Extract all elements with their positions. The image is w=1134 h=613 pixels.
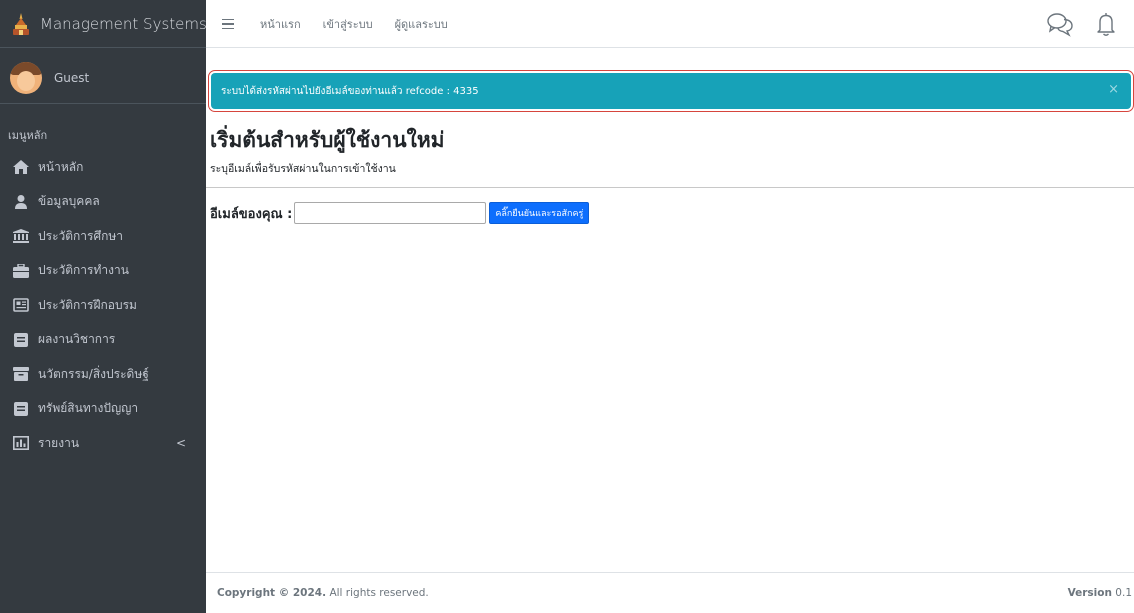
sidebar-item-academic[interactable]: ผลงานวิชาการ — [0, 323, 206, 358]
alert-info: ระบบได้ส่งรหัสผ่านไปยังอีเมล์ของท่านแล้ว… — [211, 73, 1131, 109]
chat-icon[interactable] — [1046, 10, 1074, 38]
temple-logo-icon — [12, 12, 30, 35]
sidebar-item-innovation[interactable]: นวัตกรรม/สิ่งประดิษฐ์ — [0, 357, 206, 392]
sidebar-item-label: ทรัพย์สินทางปัญญา — [38, 401, 139, 416]
alert-message: ระบบได้ส่งรหัสผ่านไปยังอีเมล์ของท่านแล้ว… — [221, 85, 479, 97]
university-icon — [12, 227, 30, 245]
sidebar-item-label: ผลงานวิชาการ — [38, 332, 116, 347]
archive-icon — [12, 365, 30, 383]
nav-link-home[interactable]: หน้าแรก — [260, 15, 301, 33]
divider — [206, 187, 1134, 188]
sidebar-item-education[interactable]: ประวัติการศึกษา — [0, 219, 206, 254]
sidebar: Management Systems Guest เมนูหลัก หน้าหล… — [0, 0, 207, 613]
confirm-button[interactable]: คลิ๊กยืนยันและรอสักครู่ — [489, 202, 590, 224]
newspaper-icon — [12, 296, 30, 314]
chart-icon — [12, 434, 30, 452]
sidebar-item-label: นวัตกรรม/สิ่งประดิษฐ์ — [38, 366, 149, 381]
sidebar-item-training[interactable]: ประวัติการฝึกอบรม — [0, 288, 206, 323]
sidebar-item-label: รายงาน — [38, 435, 80, 450]
main-content: ระบบได้ส่งรหัสผ่านไปยังอีเมล์ของท่านแล้ว… — [206, 48, 1134, 572]
email-label: อีเมล์ของคุณ : — [210, 206, 293, 222]
copyright-rights: All rights reserved. — [329, 587, 429, 599]
email-form: อีเมล์ของคุณ : คลิ๊กยืนยันและรอสักครู่ — [210, 202, 590, 224]
sidebar-item-personal[interactable]: ข้อมูลบุคคล — [0, 185, 206, 220]
user-avatar-icon — [10, 61, 42, 94]
top-navbar: หน้าแรก เข้าสู่ระบบ ผู้ดูแลระบบ — [206, 0, 1134, 48]
briefcase-icon — [12, 262, 30, 280]
user-name: Guest — [54, 70, 90, 85]
sidebar-item-label: หน้าหลัก — [38, 159, 84, 174]
sidebar-item-intellectual-property[interactable]: ทรัพย์สินทางปัญญา — [0, 392, 206, 427]
sidebar-item-home[interactable]: หน้าหลัก — [0, 150, 206, 185]
bell-icon[interactable] — [1092, 10, 1120, 38]
brand-title: Management Systems — [40, 14, 207, 33]
sidebar-item-label: ข้อมูลบุคคล — [38, 194, 100, 209]
sidebar-item-report[interactable]: รายงาน < — [0, 426, 206, 461]
chevron-left-icon: < — [175, 436, 186, 450]
email-field[interactable] — [294, 202, 487, 224]
menu-toggle-icon[interactable] — [222, 18, 236, 30]
book-icon — [12, 400, 30, 418]
book-icon — [12, 331, 30, 349]
nav-header: เมนูหลัก — [8, 129, 48, 142]
user-panel[interactable]: Guest — [0, 52, 206, 104]
topbar-icons — [1046, 10, 1120, 38]
nav-link-admin[interactable]: ผู้ดูแลระบบ — [395, 15, 448, 33]
brand-link[interactable]: Management Systems — [0, 0, 207, 48]
sidebar-item-label: ประวัติการทำงาน — [38, 263, 129, 278]
home-icon — [12, 158, 30, 176]
sidebar-item-work[interactable]: ประวัติการทำงาน — [0, 254, 206, 289]
version-number: 0.1 — [1115, 587, 1132, 599]
copyright-year: Copyright © 2024. — [217, 587, 327, 599]
nav-link-login[interactable]: เข้าสู่ระบบ — [323, 15, 373, 33]
user-icon — [12, 193, 30, 211]
alert-highlight: ระบบได้ส่งรหัสผ่านไปยังอีเมล์ของท่านแล้ว… — [208, 70, 1134, 112]
close-icon[interactable]: × — [1108, 82, 1119, 97]
page-subtitle: ระบุอีเมล์เพื่อรับรหัสผ่านในการเข้าใช้งา… — [210, 163, 396, 175]
copyright: Copyright © 2024. All rights reserved. — [217, 587, 429, 599]
version-label: Version — [1067, 587, 1112, 599]
footer: Copyright © 2024. All rights reserved. V… — [206, 572, 1134, 613]
page-title: เริ่มต้นสำหรับผู้ใช้งานใหม่ — [210, 128, 445, 152]
version: Version 0.1 — [1068, 587, 1132, 599]
sidebar-item-label: ประวัติการฝึกอบรม — [38, 297, 137, 312]
sidebar-item-label: ประวัติการศึกษา — [38, 228, 124, 243]
